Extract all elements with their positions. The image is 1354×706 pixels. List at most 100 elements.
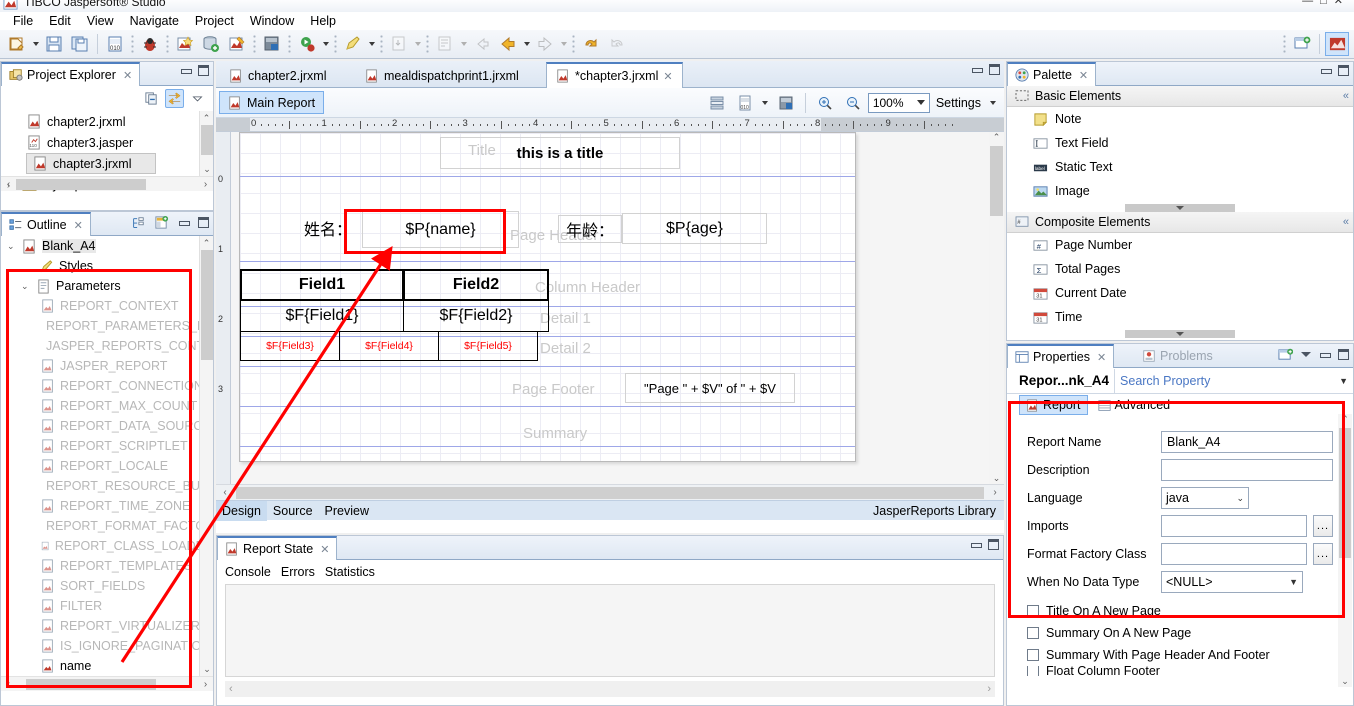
scroll-thumb[interactable] — [201, 250, 213, 360]
dataset-icon[interactable]: 010 — [733, 91, 757, 115]
outline-parameter-sort-fields[interactable]: SORT_FIELDS — [1, 576, 213, 596]
age-parameter-field[interactable]: $P{age} — [622, 213, 767, 244]
palette-item-note[interactable]: Note — [1007, 107, 1353, 131]
outline-parameter-report-class-loader[interactable]: REPORT_CLASS_LOADER — [1, 536, 213, 556]
checkbox-row-summary-on-new-page[interactable]: Summary On A New Page — [1007, 622, 1353, 644]
description-field[interactable] — [1161, 459, 1333, 481]
tab-design[interactable]: Design — [216, 500, 267, 521]
outline-tree[interactable]: ⌄ Blank_A4 Styles ⌄ Parameters REPORT_CO… — [1, 236, 213, 676]
collapse-arrow-icon[interactable]: ⌄ — [21, 281, 31, 292]
external-tools-dropdown-arrow[interactable] — [366, 33, 377, 55]
design-canvas[interactable]: 0 1 2 3 Title Page Header Column Header — [216, 132, 1004, 484]
format-factory-class-field[interactable] — [1161, 543, 1307, 565]
scroll-up-arrow-icon[interactable]: ⌃ — [200, 111, 213, 125]
outline-parameter-report-connection[interactable]: REPORT_CONNECTION — [1, 376, 213, 396]
window-controls[interactable]: —□✕ — [1302, 0, 1350, 7]
tab-statistics[interactable]: Statistics — [325, 565, 375, 579]
checkbox-row-title-on-new-page[interactable]: Title On A New Page — [1007, 600, 1353, 622]
next-annotation-icon[interactable] — [533, 32, 557, 56]
report-state-window-buttons[interactable] — [970, 539, 999, 550]
project-explorer-window-buttons[interactable] — [180, 65, 209, 76]
view-menu-icon[interactable] — [188, 89, 207, 108]
field3-detail[interactable]: $F{Field3} — [240, 331, 340, 361]
save-icon[interactable] — [42, 32, 66, 56]
chevron-down-icon[interactable]: ▼ — [1289, 577, 1298, 587]
tab-report-state[interactable]: Report State ✕ — [217, 536, 338, 560]
language-select[interactable]: java ⌄ — [1161, 487, 1249, 509]
close-icon[interactable]: ✕ — [1079, 69, 1088, 82]
field1-detail[interactable]: $F{Field1} — [240, 300, 404, 332]
scroll-thumb[interactable] — [201, 125, 213, 155]
collapse-section-icon[interactable]: « — [1343, 90, 1349, 102]
compile-icon[interactable] — [774, 91, 798, 115]
scroll-right-arrow-icon[interactable]: › — [198, 679, 213, 690]
view-menu-icon[interactable] — [1301, 352, 1311, 357]
tab-problems[interactable]: Problems — [1135, 344, 1220, 368]
chevron-down-icon[interactable]: ⌄ — [1236, 493, 1244, 504]
scroll-down-arrow-icon[interactable]: ⌄ — [1338, 676, 1352, 687]
title-text[interactable]: this is a title — [440, 137, 680, 169]
new-icon[interactable] — [5, 32, 29, 56]
summary-with-header-footer-checkbox[interactable] — [1027, 649, 1039, 661]
report-page[interactable]: Title Page Header Column Header Detail 1… — [239, 132, 856, 462]
sort-outline-icon[interactable] — [131, 216, 145, 230]
console-output[interactable] — [225, 584, 995, 677]
outline-hscrollbar[interactable]: ‹ › — [1, 676, 213, 691]
outline-parameter-report-data-source[interactable]: REPORT_DATA_SOURCE — [1, 416, 213, 436]
window-maximize-icon[interactable] — [988, 539, 999, 550]
previous-annotation-dropdown-arrow[interactable] — [521, 33, 532, 55]
collapse-section-icon[interactable]: « — [1343, 216, 1349, 228]
window-maximize-icon[interactable] — [198, 65, 209, 76]
outline-parameter-report-locale[interactable]: REPORT_LOCALE — [1, 456, 213, 476]
palette-item-current-date[interactable]: 31 Current Date — [1007, 281, 1353, 305]
palette-window-buttons[interactable] — [1320, 65, 1349, 76]
scroll-up-arrow-icon[interactable]: ⌃ — [989, 132, 1004, 146]
scroll-up-arrow-icon[interactable]: ⌃ — [200, 236, 213, 250]
outline-item-parameters[interactable]: ⌄ Parameters — [1, 276, 213, 296]
outline-parameter-report-scriptlet[interactable]: REPORT_SCRIPTLET — [1, 436, 213, 456]
settings-dropdown-arrow[interactable] — [987, 92, 998, 114]
outline-parameter-report-templates[interactable]: REPORT_TEMPLATES — [1, 556, 213, 576]
inner-tab-report[interactable]: Report — [1019, 395, 1088, 415]
format-factory-class-browse-button[interactable]: ... — [1313, 543, 1333, 565]
import-dropdown-arrow[interactable] — [412, 33, 423, 55]
window-minimize-icon[interactable] — [1320, 65, 1332, 76]
scroll-right-arrow-icon[interactable]: › — [986, 487, 1004, 498]
zoom-out-icon[interactable] — [841, 91, 865, 115]
tree-item-chapter3-jasper[interactable]: 110 chapter3.jasper — [1, 132, 213, 153]
scroll-thumb[interactable] — [16, 178, 146, 190]
outline-parameter-jasper-report[interactable]: JASPER_REPORT — [1, 356, 213, 376]
age-label[interactable]: 年龄： — [558, 215, 622, 243]
new-datasource-icon[interactable] — [199, 32, 223, 56]
compile-report-icon[interactable] — [225, 32, 249, 56]
imports-field[interactable] — [1161, 515, 1307, 537]
scroll-thumb[interactable] — [1339, 428, 1351, 558]
project-explorer-vscrollbar[interactable]: ⌃ ⌄ — [199, 111, 213, 176]
outline-parameter-report-max-count[interactable]: REPORT_MAX_COUNT — [1, 396, 213, 416]
preview-report-icon[interactable] — [260, 32, 284, 56]
zoom-level-combo[interactable]: 100% — [867, 92, 930, 113]
outline-item-styles[interactable]: Styles — [1, 256, 213, 276]
summary-on-new-page-checkbox[interactable] — [1027, 627, 1039, 639]
new-dropdown-arrow[interactable] — [30, 33, 41, 55]
title-on-new-page-checkbox[interactable] — [1027, 605, 1039, 617]
scroll-track[interactable] — [16, 178, 198, 190]
scroll-track[interactable] — [16, 678, 198, 690]
export-icon[interactable] — [433, 32, 457, 56]
scroll-down-arrow-icon[interactable]: ⌄ — [200, 162, 214, 176]
debug-icon[interactable] — [138, 32, 162, 56]
menu-window[interactable]: Window — [242, 12, 302, 30]
imports-browse-button[interactable]: ... — [1313, 515, 1333, 537]
outline-parameter-report-context[interactable]: REPORT_CONTEXT — [1, 296, 213, 316]
palette-item-total-pages[interactable]: Σ Total Pages — [1007, 257, 1353, 281]
inner-tab-advanced[interactable]: Advanced — [1092, 395, 1177, 415]
tab-outline[interactable]: Outline ✕ — [1, 212, 91, 236]
outline-parameter-report-virtualizer[interactable]: REPORT_VIRTUALIZER — [1, 616, 213, 636]
collapse-arrow-icon[interactable]: ⌄ — [7, 241, 17, 252]
name-label[interactable]: 姓名： — [297, 215, 359, 241]
tab-console[interactable]: Console — [225, 565, 271, 579]
menu-view[interactable]: View — [79, 12, 122, 30]
previous-annotation-icon[interactable] — [496, 32, 520, 56]
report-name-field[interactable]: Blank_A4 — [1161, 431, 1333, 453]
window-minimize-icon[interactable] — [180, 65, 192, 76]
